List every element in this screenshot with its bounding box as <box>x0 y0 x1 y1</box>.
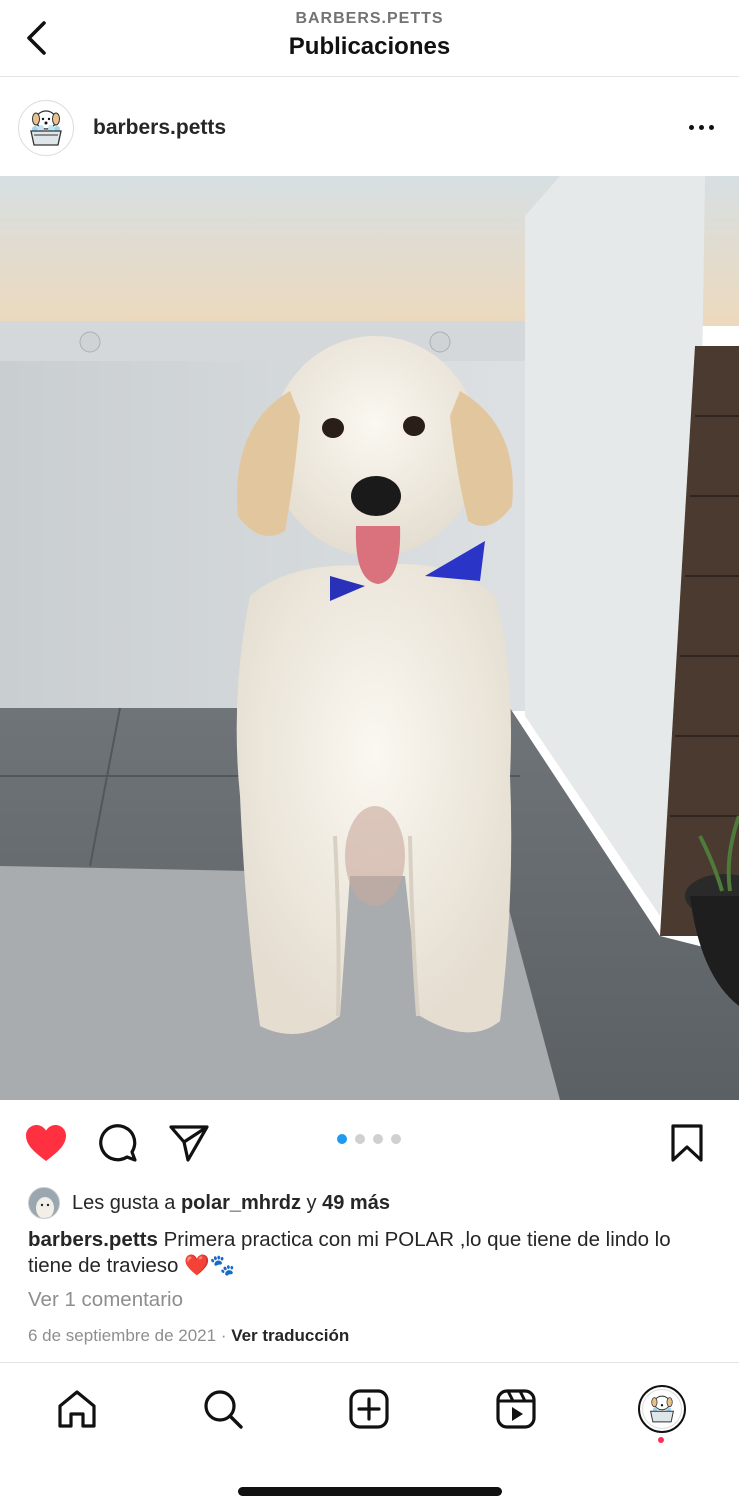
likes-others-count[interactable]: 49 más <box>322 1192 390 1215</box>
post-username[interactable]: barbers.petts <box>93 116 226 140</box>
dog-in-tub-logo-icon <box>649 1395 675 1423</box>
paper-plane-icon <box>169 1125 209 1162</box>
account-label: BARBERS.PETTS <box>295 10 444 27</box>
post-header: barbers.petts <box>0 78 739 176</box>
caption-username[interactable]: barbers.petts <box>28 1228 158 1251</box>
reels-icon <box>496 1389 536 1429</box>
tab-home[interactable] <box>51 1383 103 1435</box>
dog-avatar-icon <box>29 1188 59 1218</box>
view-comments-link[interactable]: Ver 1 comentario <box>28 1288 183 1312</box>
page-title: Publicaciones <box>288 33 451 60</box>
carousel-indicator <box>337 1134 401 1144</box>
tab-create[interactable] <box>343 1383 395 1435</box>
home-indicator <box>238 1487 502 1496</box>
carousel-dot <box>391 1134 401 1144</box>
liker-username[interactable]: polar_mhrdz <box>181 1192 301 1215</box>
tab-reels[interactable] <box>490 1383 542 1435</box>
profile-avatar[interactable] <box>18 100 74 156</box>
post-date: 6 de septiembre de 2021 <box>28 1326 217 1345</box>
more-options-button[interactable] <box>681 112 721 142</box>
white-goldendoodle-dog-photo <box>0 176 739 1100</box>
top-navigation-bar: BARBERS.PETTS Publicaciones <box>0 0 739 77</box>
likes-summary[interactable]: Les gusta a polar_mhrdz y 49 más <box>28 1186 390 1220</box>
comment-button[interactable] <box>95 1120 141 1166</box>
heart-filled-icon <box>26 1125 66 1161</box>
dog-in-tub-logo-icon <box>30 110 62 146</box>
bookmark-icon <box>671 1124 703 1162</box>
carousel-dot-active <box>337 1134 347 1144</box>
likes-prefix: Les gusta a <box>72 1191 181 1214</box>
tab-search[interactable] <box>197 1383 249 1435</box>
search-icon <box>204 1390 243 1429</box>
see-translation-link[interactable]: Ver traducción <box>231 1326 349 1345</box>
more-dot <box>708 124 714 130</box>
like-button[interactable] <box>23 1120 69 1166</box>
create-plus-icon <box>349 1389 389 1429</box>
profile-avatar-image <box>642 1389 682 1429</box>
likes-joiner: y <box>301 1191 323 1214</box>
home-icon <box>58 1390 96 1428</box>
more-dot <box>698 124 704 130</box>
share-button[interactable] <box>166 1120 212 1166</box>
save-button[interactable] <box>664 1120 710 1166</box>
post-meta: 6 de septiembre de 2021 · Ver traducción <box>28 1326 349 1346</box>
carousel-dot <box>373 1134 383 1144</box>
comment-bubble-icon <box>99 1124 137 1162</box>
bottom-tab-bar <box>0 1362 739 1458</box>
profile-notification-dot <box>658 1437 664 1443</box>
liker-avatar[interactable] <box>28 1187 60 1219</box>
meta-separator: · <box>216 1326 232 1345</box>
post-caption: barbers.petts Primera practica con mi PO… <box>28 1227 718 1279</box>
carousel-dot <box>355 1134 365 1144</box>
post-image[interactable] <box>0 176 739 1100</box>
profile-avatar-icon <box>638 1385 686 1433</box>
more-horizontal-icon <box>688 124 694 130</box>
tab-profile[interactable] <box>636 1383 688 1435</box>
